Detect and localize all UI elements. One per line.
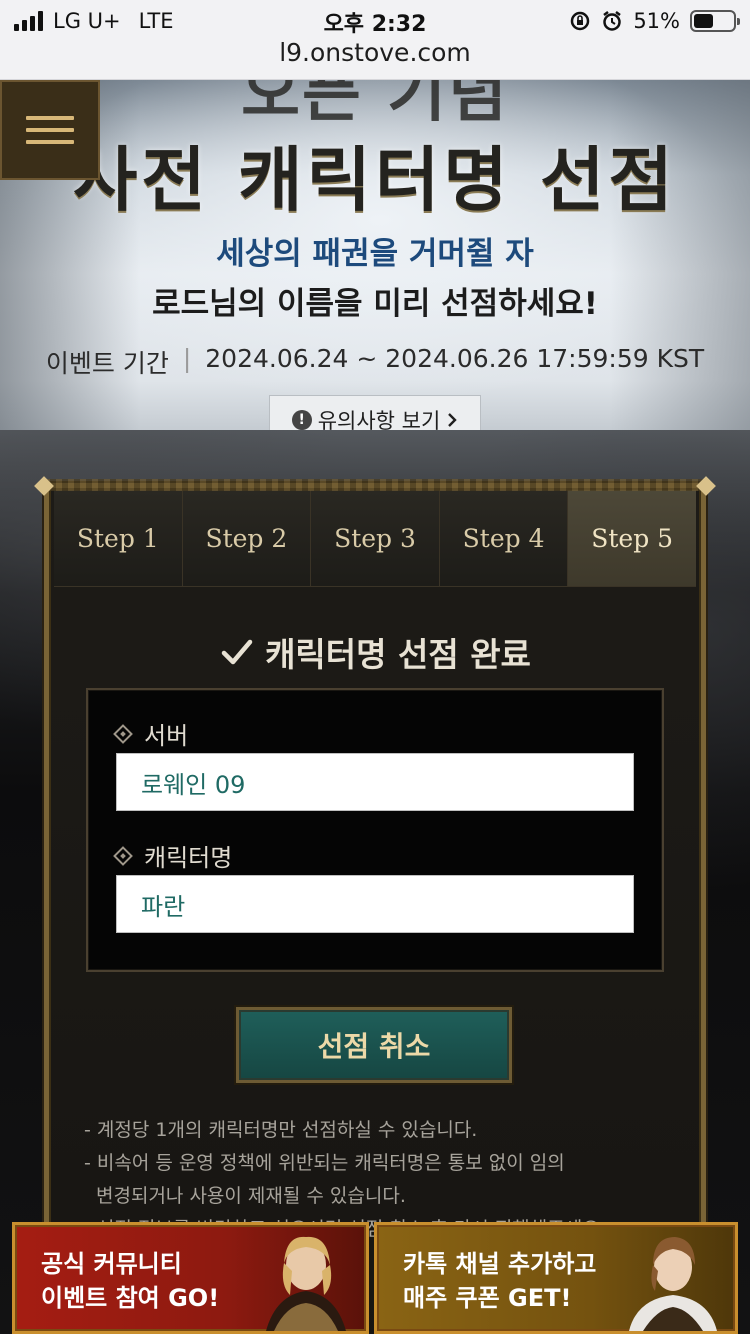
server-label-text: 서버 <box>144 722 189 750</box>
banner-right-line1: 카톡 채널 추가하고 <box>403 1250 597 1278</box>
hero-title: 사전 캐릭터명 선점 <box>73 138 677 221</box>
banner-left-line2: 이벤트 참여 GO! <box>41 1284 220 1312</box>
character-portrait-icon <box>266 1236 346 1331</box>
address-bar-url[interactable]: l9.onstove.com <box>0 38 750 67</box>
tab-step-3[interactable]: Step 3 <box>311 490 440 586</box>
chevron-right-icon <box>448 413 457 427</box>
rotation-lock-icon <box>571 11 590 31</box>
tab-step-2[interactable]: Step 2 <box>182 490 312 586</box>
diamond-icon <box>113 723 133 744</box>
notice-item: - 계정당 1개의 캐릭터명만 선점하실 수 있습니다. <box>84 1119 478 1141</box>
kakao-channel-banner[interactable]: 카톡 채널 추가하고 매주 쿠폰 GET! <box>374 1222 738 1334</box>
server-label: 서버 <box>113 716 189 751</box>
battery-fill <box>694 14 714 28</box>
step-tabs: Step 1 Step 2 Step 3 Step 4 Step 5 <box>54 490 696 587</box>
hero-subtitle-1: 세상의 패권을 거머쥘 자 <box>216 236 534 272</box>
info-circle-icon: ! <box>291 410 312 430</box>
notice-item: 변경되거나 사용이 제재될 수 있습니다. <box>96 1185 406 1207</box>
completion-heading: 캐릭터명 선점 완료 <box>54 628 696 676</box>
alarm-icon <box>603 11 622 31</box>
period-divider: | <box>182 344 192 373</box>
tab-step-1[interactable]: Step 1 <box>54 490 183 586</box>
hero-subtitle-2: 로드님의 이름을 미리 선점하세요! <box>152 286 598 322</box>
community-event-banner[interactable]: 공식 커뮤니티 이벤트 참여 GO! <box>12 1222 369 1334</box>
diamond-icon <box>113 845 133 866</box>
check-icon <box>221 639 253 665</box>
tab-step-4[interactable]: Step 4 <box>439 490 569 586</box>
banner-right-line2: 매주 쿠폰 GET! <box>403 1284 572 1312</box>
event-period-label: 이벤트 기간 <box>45 349 169 378</box>
banner-left-line1: 공식 커뮤니티 <box>41 1250 182 1278</box>
server-field: 로웨인 09 <box>116 753 634 811</box>
character-portrait-icon <box>629 1237 717 1331</box>
tab-step-5[interactable]: Step 5 <box>568 490 696 586</box>
hamburger-menu-icon[interactable] <box>0 80 100 180</box>
cancel-reservation-button[interactable]: 선점 취소 <box>236 1007 512 1083</box>
character-name-field: 파란 <box>116 875 634 933</box>
status-bar: LG U+ LTE 오후 2:32 51% l9.onstove.com <box>0 0 750 80</box>
battery-icon <box>690 10 740 32</box>
notice-item: - 비속어 등 운영 정책에 위반되는 캐릭터명은 통보 없이 임의 <box>84 1152 565 1174</box>
completion-title: 캐릭터명 선점 완료 <box>265 635 531 674</box>
event-period-value: 2024.06.24 ~ 2024.06.26 17:59:59 KST <box>205 344 705 373</box>
character-label-text: 캐릭터명 <box>144 844 233 872</box>
event-period: 이벤트 기간 | 2024.06.24 ~ 2024.06.26 17:59:5… <box>0 344 750 380</box>
character-label: 캐릭터명 <box>113 838 233 873</box>
status-right: 51% <box>569 8 740 34</box>
battery-percent: 51% <box>633 9 680 33</box>
